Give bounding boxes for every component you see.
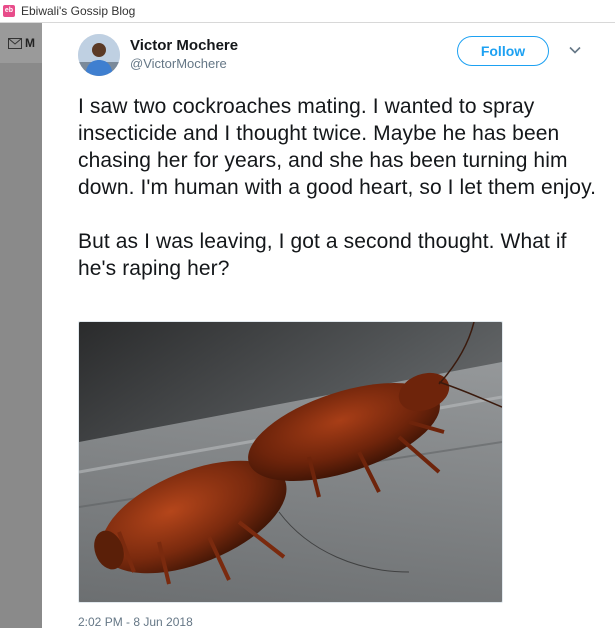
tweet-card: Victor Mochere @VictorMochere Follow I s… <box>42 23 615 629</box>
avatar[interactable] <box>78 34 120 76</box>
author-name[interactable]: Victor Mochere <box>130 37 238 54</box>
browser-tab-bar: eb Ebiwali's Gossip Blog <box>0 0 615 23</box>
sidebar-mail-item[interactable]: M <box>0 23 42 63</box>
follow-button[interactable]: Follow <box>457 36 549 66</box>
cockroach-photo <box>79 322 502 602</box>
author-handle[interactable]: @VictorMochere <box>130 56 227 71</box>
chevron-down-icon[interactable] <box>568 43 582 57</box>
tab-title[interactable]: Ebiwali's Gossip Blog <box>21 4 135 18</box>
mail-icon <box>8 37 22 49</box>
avatar-image <box>78 34 120 76</box>
background-overlay <box>0 23 42 628</box>
sidebar-mail-label: M <box>25 36 35 50</box>
tweet-timestamp[interactable]: 2:02 PM - 8 Jun 2018 <box>78 615 193 629</box>
tweet-text: I saw two cockroaches mating. I wanted t… <box>78 95 597 280</box>
tweet-photo[interactable] <box>78 321 503 603</box>
blog-favicon-icon: eb <box>3 5 15 17</box>
